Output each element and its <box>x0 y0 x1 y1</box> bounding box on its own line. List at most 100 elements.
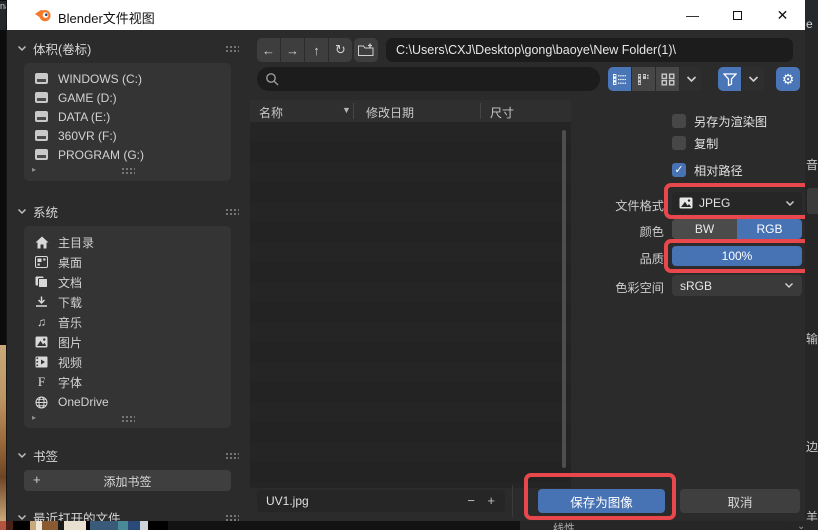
system-item-label: 桌面 <box>58 254 82 271</box>
quality-slider[interactable]: 100% <box>672 246 802 266</box>
volume-label: WINDOWS (C:) <box>58 72 142 86</box>
volume-item[interactable]: GAME (D:) <box>24 88 231 107</box>
new-folder-button[interactable] <box>354 38 378 62</box>
file-list-header: 名称 ▼ 修改日期 尺寸 <box>250 100 571 122</box>
increment-button[interactable]: + <box>487 493 495 508</box>
checkbox-label: 复制 <box>694 134 718 152</box>
column-name[interactable]: 名称 <box>259 104 283 121</box>
video-icon <box>34 356 49 368</box>
section-header-bookmarks[interactable]: 书签 <box>17 446 239 464</box>
close-icon: ✕ <box>777 7 789 24</box>
back-button[interactable]: ← <box>257 38 280 62</box>
search-icon <box>265 72 279 86</box>
system-item-documents[interactable]: 文档 <box>24 272 231 292</box>
system-item-fonts[interactable]: F 字体 <box>24 372 231 392</box>
decrement-button[interactable]: − <box>467 493 475 508</box>
section-title: 体积(卷标) <box>33 39 219 58</box>
filename-input[interactable]: UV1.jpg − + <box>257 490 505 512</box>
checkbox-checked-icon[interactable]: ✓ <box>672 163 686 177</box>
filter-dropdown-button[interactable] <box>742 67 764 91</box>
file-list-area[interactable] <box>250 122 571 488</box>
back-icon: ← <box>262 43 275 58</box>
drive-icon <box>34 73 49 84</box>
grip-handle-icon[interactable] <box>225 208 239 215</box>
system-item-label: 图片 <box>58 334 82 351</box>
column-size[interactable]: 尺寸 <box>490 104 514 121</box>
copy-option[interactable]: 复制 <box>672 134 718 152</box>
up-button[interactable]: ↑ <box>305 38 328 62</box>
grip-handle-icon[interactable] <box>225 45 239 52</box>
blender-logo-icon <box>34 7 52 23</box>
download-icon <box>34 296 49 308</box>
volume-item[interactable]: WINDOWS (C:) <box>24 69 231 88</box>
documents-icon <box>34 276 49 288</box>
relative-path-option[interactable]: ✓ 相对路径 <box>672 161 743 179</box>
file-format-dropdown[interactable]: JPEG <box>672 192 802 214</box>
section-header-volumes[interactable]: 体积(卷标) <box>17 39 239 57</box>
volume-label: PROGRAM (G:) <box>58 148 144 162</box>
nav-button-group: ← → ↑ ↻ <box>257 38 352 62</box>
volume-item[interactable]: DATA (E:) <box>24 107 231 126</box>
save-as-image-button[interactable]: 保存为图像 <box>538 489 665 513</box>
background-text-fragment: 音 <box>806 156 818 173</box>
volume-item[interactable]: 360VR (F:) <box>24 126 231 145</box>
background-image-fragment <box>0 345 7 521</box>
view-vertical-list-button[interactable] <box>608 67 631 91</box>
grip-handle-icon[interactable] <box>225 452 239 459</box>
save-as-render-option[interactable]: 另存为渲染图 <box>672 112 767 130</box>
color-space-dropdown[interactable]: sRGB <box>672 275 802 296</box>
checkbox-unchecked-icon[interactable] <box>672 136 686 150</box>
grip-handle-icon[interactable] <box>121 415 135 422</box>
volumes-list: WINDOWS (C:) GAME (D:) DATA (E:) 360VR (… <box>24 63 231 181</box>
grip-handle-icon[interactable] <box>225 514 239 521</box>
background-thumbnails-fragment <box>0 521 168 530</box>
system-item-home[interactable]: 主目录 <box>24 232 231 252</box>
checkbox-unchecked-icon[interactable] <box>672 114 686 128</box>
system-item-downloads[interactable]: 下载 <box>24 292 231 312</box>
filter-button[interactable] <box>718 67 741 91</box>
close-button[interactable]: ✕ <box>760 0 805 30</box>
view-thumbnail-button[interactable] <box>656 67 679 91</box>
system-item-desktop[interactable]: 桌面 <box>24 252 231 272</box>
display-mode-dropdown-button[interactable] <box>680 67 702 91</box>
sort-descending-icon[interactable]: ▼ <box>342 105 351 115</box>
volume-label: DATA (E:) <box>58 110 110 124</box>
gear-icon: ⚙ <box>782 71 795 88</box>
add-bookmark-label: 添加书签 <box>24 473 231 490</box>
expand-icon[interactable]: ▸ <box>32 413 36 422</box>
expand-icon[interactable]: ▸ <box>32 165 36 174</box>
color-bw-button[interactable]: BW <box>672 219 737 239</box>
forward-button[interactable]: → <box>281 38 304 62</box>
chevron-down-icon <box>17 45 27 52</box>
path-input[interactable]: C:\Users\CXJ\Desktop\gong\baoye\New Fold… <box>386 38 793 62</box>
maximize-button[interactable] <box>715 0 760 30</box>
minimize-icon: — <box>686 8 699 23</box>
chevron-down-icon <box>17 514 27 521</box>
background-button-fragment <box>807 188 818 214</box>
list-footer: ▸ <box>24 412 231 427</box>
system-item-videos[interactable]: 视频 <box>24 352 231 372</box>
color-rgb-button[interactable]: RGB <box>737 219 802 239</box>
system-item-music[interactable]: ♫ 音乐 <box>24 312 231 332</box>
column-divider <box>353 103 354 119</box>
refresh-button[interactable]: ↻ <box>329 38 352 62</box>
background-bottom-strip: 线性 ⌃ ⌄ <box>0 521 818 530</box>
view-detail-list-button[interactable] <box>632 67 655 91</box>
cancel-button[interactable]: 取消 <box>680 489 800 513</box>
column-date[interactable]: 修改日期 <box>366 104 414 121</box>
settings-button[interactable]: ⚙ <box>776 67 800 91</box>
search-input[interactable] <box>257 67 600 91</box>
section-header-system[interactable]: 系统 <box>17 202 239 220</box>
view-thumbnail-icon <box>661 73 675 86</box>
drive-icon <box>34 149 49 160</box>
section-title: 书签 <box>33 446 219 465</box>
grip-handle-icon[interactable] <box>121 167 135 174</box>
scrollbar[interactable] <box>562 130 566 468</box>
color-space-value: sRGB <box>680 279 784 293</box>
system-item-onedrive[interactable]: OneDrive <box>24 392 231 412</box>
minimize-button[interactable]: — <box>670 0 715 30</box>
add-bookmark-button[interactable]: + 添加书签 <box>24 470 231 491</box>
system-item-label: OneDrive <box>58 395 109 409</box>
system-item-pictures[interactable]: 图片 <box>24 332 231 352</box>
volume-item[interactable]: PROGRAM (G:) <box>24 145 231 164</box>
